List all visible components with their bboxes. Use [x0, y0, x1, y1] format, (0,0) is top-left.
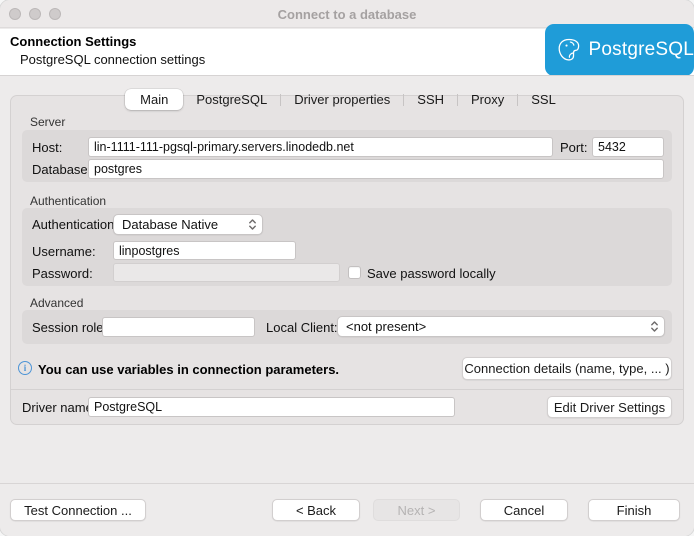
port-input[interactable] — [592, 137, 664, 157]
host-label: Host: — [32, 140, 62, 155]
advanced-group-label: Advanced — [30, 296, 83, 310]
save-password-checkbox[interactable] — [348, 266, 361, 279]
info-icon: i — [18, 361, 32, 375]
driver-name-label: Driver name: — [22, 400, 96, 415]
server-group-label: Server — [30, 115, 65, 129]
connection-details-button[interactable]: Connection details (name, type, ... ) — [462, 357, 672, 380]
back-button[interactable]: < Back — [272, 499, 360, 521]
tab-driver-properties[interactable]: Driver properties — [281, 89, 403, 110]
window-title: Connect to a database — [0, 7, 694, 22]
authentication-group-label: Authentication — [30, 194, 106, 208]
test-connection-button[interactable]: Test Connection ... — [10, 499, 146, 521]
database-label: Database: — [32, 162, 91, 177]
session-role-input[interactable] — [102, 317, 255, 337]
connect-dialog: Connect to a database Connection Setting… — [0, 0, 694, 536]
edit-driver-settings-button[interactable]: Edit Driver Settings — [547, 396, 672, 418]
page-title: Connection Settings — [10, 34, 136, 49]
next-button: Next > — [373, 499, 460, 521]
chevron-up-down-icon — [248, 218, 257, 231]
username-label: Username: — [32, 244, 96, 259]
page-subtitle: PostgreSQL connection settings — [20, 52, 205, 67]
info-message: You can use variables in connection para… — [38, 362, 339, 377]
chevron-up-down-icon — [650, 320, 659, 333]
postgresql-elephant-icon — [556, 32, 582, 68]
local-client-label: Local Client: — [266, 320, 338, 335]
tab-proxy[interactable]: Proxy — [458, 89, 517, 110]
password-input[interactable] — [113, 263, 340, 282]
finish-button[interactable]: Finish — [588, 499, 680, 521]
panel-divider — [11, 389, 683, 390]
brand-label: PostgreSQL — [589, 39, 694, 61]
driver-name-input[interactable] — [88, 397, 455, 417]
database-input[interactable] — [88, 159, 664, 179]
port-label: Port: — [560, 140, 587, 155]
authentication-label: Authentication: — [32, 217, 118, 232]
postgresql-banner: PostgreSQL — [545, 24, 694, 76]
cancel-button[interactable]: Cancel — [480, 499, 568, 521]
username-input[interactable] — [113, 241, 296, 260]
header-divider — [0, 75, 694, 76]
password-label: Password: — [32, 266, 93, 281]
authentication-selected-value: Database Native — [122, 217, 242, 232]
session-role-label: Session role: — [32, 320, 107, 335]
save-password-label: Save password locally — [367, 266, 496, 281]
host-input[interactable] — [88, 137, 553, 157]
tab-ssl[interactable]: SSL — [518, 89, 569, 110]
local-client-selected-value: <not present> — [346, 319, 644, 334]
local-client-select[interactable]: <not present> — [337, 316, 665, 337]
authentication-select[interactable]: Database Native — [113, 214, 263, 235]
tab-main[interactable]: Main — [125, 89, 183, 110]
tab-postgresql[interactable]: PostgreSQL — [183, 89, 280, 110]
tab-bar: Main PostgreSQL Driver properties SSH Pr… — [0, 89, 694, 110]
tab-ssh[interactable]: SSH — [404, 89, 457, 110]
